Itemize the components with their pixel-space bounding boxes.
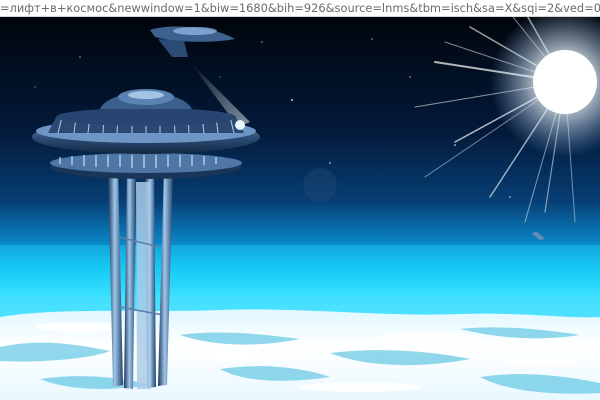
sun-core bbox=[533, 50, 597, 114]
image-viewer: =лифт+в+космос&newwindow=1&biw=1680&bih=… bbox=[0, 0, 600, 400]
address-bar[interactable]: =лифт+в+космос&newwindow=1&biw=1680&bih=… bbox=[0, 0, 600, 17]
tower-legs bbox=[108, 167, 173, 389]
searchlight-lamp bbox=[235, 120, 245, 130]
address-url-text: =лифт+в+космос&newwindow=1&biw=1680&bih=… bbox=[0, 1, 600, 15]
lower-deck bbox=[50, 153, 242, 179]
horizon-glow bbox=[0, 245, 600, 295]
space-scene-illustration bbox=[0, 17, 600, 400]
space-elevator-image[interactable] bbox=[0, 17, 600, 400]
lens-flare bbox=[303, 168, 337, 202]
